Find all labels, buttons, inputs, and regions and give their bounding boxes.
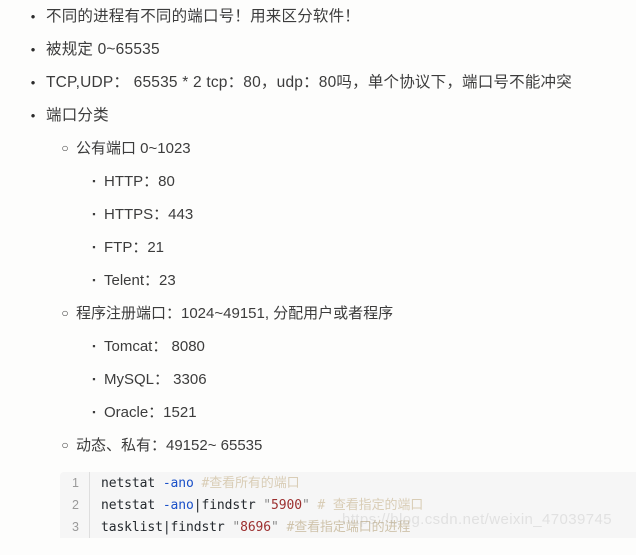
list-item: ▪ Oracle：1521 bbox=[76, 396, 636, 429]
outline-item-label: 端口分类 bbox=[46, 107, 109, 124]
outline-row: ▪ Oracle：1521 bbox=[92, 396, 636, 429]
list-item: ▪ HTTP：80 bbox=[76, 165, 636, 198]
port-entry-label: FTP：21 bbox=[104, 239, 165, 256]
list-item: • TCP,UDP： 65535 * 2 tcp：80，udp：80吗，单个协议… bbox=[0, 66, 636, 99]
list-item: ○ 公有端口 0~1023 ▪ HTTP：80 ▪ HTTPS：443 ▪ FT… bbox=[46, 132, 636, 297]
outline-row: ▪ HTTPS：443 bbox=[92, 198, 636, 231]
outline-row: • TCP,UDP： 65535 * 2 tcp：80，udp：80吗，单个协议… bbox=[31, 66, 636, 99]
port-entry-label: MySQL： 3306 bbox=[104, 371, 207, 388]
outline-row: ▪ FTP：21 bbox=[92, 231, 636, 264]
outline-row: • 端口分类 bbox=[31, 99, 636, 132]
outline-row: • 不同的进程有不同的端口号！用来区分软件！ bbox=[31, 0, 636, 33]
code-token: " bbox=[232, 520, 241, 535]
bullet-square-icon: ▪ bbox=[92, 176, 96, 186]
code-line-2[interactable]: netstat -ano|findstr "5900" # 查看指定的端口 bbox=[90, 495, 423, 517]
list-item: • 被规定 0~65535 bbox=[0, 33, 636, 66]
list-item: ○ 程序注册端口：1024~49151, 分配用户或者程序 ▪ Tomcat： … bbox=[46, 297, 636, 429]
bullet-square-icon: ▪ bbox=[92, 275, 96, 285]
category-label: 动态、私有：49152~ 65535 bbox=[76, 437, 263, 454]
category-label: 程序注册端口：1024~49151, 分配用户或者程序 bbox=[76, 305, 394, 322]
code-token: netstat bbox=[101, 476, 163, 491]
list-item: ○ 动态、私有：49152~ 65535 bbox=[46, 429, 636, 462]
list-item: ▪ Telent：23 bbox=[76, 264, 636, 297]
bullet-disc-icon: • bbox=[30, 108, 36, 123]
bullet-square-icon: ▪ bbox=[92, 209, 96, 219]
line-number: 1 bbox=[60, 472, 90, 494]
article-body: • 不同的进程有不同的端口号！用来区分软件！ • 被规定 0~65535 • T… bbox=[0, 0, 636, 462]
list-item: ▪ Tomcat： 8080 bbox=[76, 330, 636, 363]
bullet-circle-icon: ○ bbox=[61, 141, 69, 155]
bullet-disc-icon: • bbox=[30, 75, 36, 90]
outline-row: ▪ HTTP：80 bbox=[92, 165, 636, 198]
code-block[interactable]: 1 netstat -ano #查看所有的端口 2 netstat -ano|f… bbox=[60, 472, 636, 538]
outline-row: ▪ Tomcat： 8080 bbox=[92, 330, 636, 363]
code-token: |findstr bbox=[193, 498, 264, 513]
line-number: 3 bbox=[60, 516, 90, 538]
code-token: -ano bbox=[162, 498, 194, 513]
port-entry-list: ▪ Tomcat： 8080 ▪ MySQL： 3306 ▪ Oracle：15… bbox=[76, 330, 636, 429]
list-item: ▪ FTP：21 bbox=[76, 231, 636, 264]
list-item: ▪ HTTPS：443 bbox=[76, 198, 636, 231]
code-line-row: 3 tasklist|findstr "8696" #查看指定端口的进程 bbox=[60, 516, 636, 538]
port-entry-label: HTTP：80 bbox=[104, 173, 175, 190]
bullet-square-icon: ▪ bbox=[92, 374, 96, 384]
code-token: " bbox=[263, 498, 272, 513]
code-token: 5900 bbox=[271, 498, 302, 513]
port-entry-label: Tomcat： 8080 bbox=[104, 338, 205, 355]
code-token: tasklist|findstr bbox=[101, 520, 233, 535]
code-token: netstat bbox=[101, 498, 163, 513]
code-token: " bbox=[301, 498, 310, 513]
port-entry-label: Oracle：1521 bbox=[104, 404, 197, 421]
outline-row: ○ 公有端口 0~1023 bbox=[61, 132, 636, 165]
bullet-circle-icon: ○ bbox=[61, 438, 69, 452]
code-comment: #查看所有的端口 bbox=[201, 476, 300, 491]
port-entry-list: ▪ HTTP：80 ▪ HTTPS：443 ▪ FTP：21 ▪ Telent：… bbox=[76, 165, 636, 297]
list-item: ▪ MySQL： 3306 bbox=[76, 363, 636, 396]
outline-item-label: 不同的进程有不同的端口号！用来区分软件！ bbox=[46, 8, 361, 25]
bullet-square-icon: ▪ bbox=[92, 407, 96, 417]
port-category-list: ○ 公有端口 0~1023 ▪ HTTP：80 ▪ HTTPS：443 ▪ FT… bbox=[46, 132, 636, 462]
code-line-row: 1 netstat -ano #查看所有的端口 bbox=[60, 472, 636, 494]
port-entry-label: HTTPS：443 bbox=[104, 206, 194, 223]
code-token: 8696 bbox=[240, 520, 272, 535]
list-item: • 不同的进程有不同的端口号！用来区分软件！ bbox=[0, 0, 636, 33]
outline-row: ▪ MySQL： 3306 bbox=[92, 363, 636, 396]
outline-item-label: TCP,UDP： 65535 * 2 tcp：80，udp：80吗，单个协议下，… bbox=[46, 74, 572, 91]
bullet-disc-icon: • bbox=[30, 9, 36, 24]
code-comment: # 查看指定的端口 bbox=[317, 498, 424, 513]
outline-list: • 不同的进程有不同的端口号！用来区分软件！ • 被规定 0~65535 • T… bbox=[0, 0, 636, 462]
line-number: 2 bbox=[60, 494, 90, 516]
code-token: -ano bbox=[162, 476, 194, 491]
list-item: • 端口分类 ○ 公有端口 0~1023 ▪ HTTP：80 ▪ HTTPS：4… bbox=[0, 99, 636, 462]
bullet-disc-icon: • bbox=[30, 42, 36, 57]
outline-row: ○ 程序注册端口：1024~49151, 分配用户或者程序 bbox=[61, 297, 636, 330]
bullet-circle-icon: ○ bbox=[61, 306, 69, 320]
outline-row: ○ 动态、私有：49152~ 65535 bbox=[61, 429, 636, 462]
code-token: " bbox=[271, 520, 279, 535]
code-comment: #查看指定端口的进程 bbox=[286, 520, 411, 535]
outline-row: ▪ Telent：23 bbox=[92, 264, 636, 297]
bullet-square-icon: ▪ bbox=[92, 242, 96, 252]
port-entry-label: Telent：23 bbox=[104, 272, 176, 289]
bullet-square-icon: ▪ bbox=[92, 341, 96, 351]
code-line-1[interactable]: netstat -ano #查看所有的端口 bbox=[90, 473, 300, 495]
category-label: 公有端口 0~1023 bbox=[76, 140, 191, 157]
code-line-row: 2 netstat -ano|findstr "5900" # 查看指定的端口 bbox=[60, 494, 636, 516]
outline-item-label: 被规定 0~65535 bbox=[46, 41, 160, 58]
outline-row: • 被规定 0~65535 bbox=[31, 33, 636, 66]
code-line-3[interactable]: tasklist|findstr "8696" #查看指定端口的进程 bbox=[90, 517, 410, 538]
